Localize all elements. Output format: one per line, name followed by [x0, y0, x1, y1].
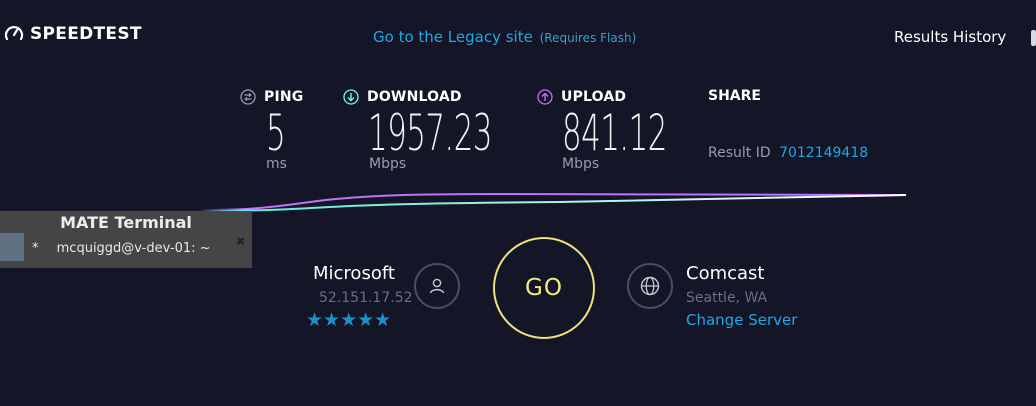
go-button-label: GO: [525, 275, 563, 301]
legacy-link-text[interactable]: Go to the Legacy site: [373, 28, 533, 46]
terminal-tab-marker: *: [32, 241, 39, 256]
result-id-label: Result ID: [708, 145, 771, 161]
change-server-link[interactable]: Change Server: [686, 311, 797, 329]
ping-icon: [240, 89, 256, 105]
share-title: SHARE: [708, 88, 761, 104]
terminal-tab[interactable]: * mcquiggd@v-dev-01: ~: [32, 241, 211, 256]
scrollbar-edge[interactable]: [1031, 30, 1036, 46]
ping-unit: ms: [266, 156, 287, 172]
download-value: 1957.23: [368, 104, 492, 162]
user-glyph: [429, 278, 445, 294]
legacy-site-link[interactable]: Go to the Legacy site (Requires Flash): [373, 28, 636, 46]
speed-graph: [200, 192, 907, 212]
user-icon[interactable]: [414, 263, 460, 309]
isp-ip: 52.151.17.52: [319, 290, 413, 306]
server-name: Comcast: [686, 263, 765, 284]
terminal-tab-thumb[interactable]: [0, 233, 24, 261]
upload-arrow-icon: [537, 89, 553, 105]
ping-header: PING: [240, 89, 303, 105]
results-history-link[interactable]: Results History: [894, 28, 1006, 46]
upload-header: UPLOAD: [537, 89, 626, 105]
download-unit: Mbps: [369, 156, 407, 172]
logo-text: SPEEDTEST: [30, 24, 142, 44]
download-arrow-icon: [343, 89, 359, 105]
download-label: DOWNLOAD: [367, 89, 462, 105]
ping-value: 5: [266, 104, 286, 162]
result-id-link[interactable]: 7012149418: [779, 145, 868, 161]
ping-label: PING: [264, 89, 304, 105]
download-header: DOWNLOAD: [343, 89, 462, 105]
upload-value: 841.12: [562, 104, 667, 162]
upload-unit: Mbps: [562, 156, 600, 172]
terminal-title: MATE Terminal: [60, 213, 192, 232]
result-id-row: Result ID 7012149418: [708, 145, 868, 161]
isp-name: Microsoft: [313, 263, 395, 284]
speedometer-icon: [4, 26, 24, 41]
speedtest-logo[interactable]: SPEEDTEST: [4, 24, 142, 44]
globe-icon[interactable]: [627, 263, 673, 309]
terminal-tab-label: mcquiggd@v-dev-01: ~: [56, 241, 211, 256]
upload-label: UPLOAD: [561, 89, 627, 105]
isp-rating-stars[interactable]: ★★★★★: [306, 309, 391, 331]
go-button[interactable]: GO: [493, 237, 595, 339]
server-location: Seattle, WA: [686, 290, 768, 306]
legacy-note: (Requires Flash): [539, 31, 637, 45]
close-icon[interactable]: ✖: [236, 235, 245, 248]
globe-glyph: [640, 276, 660, 296]
